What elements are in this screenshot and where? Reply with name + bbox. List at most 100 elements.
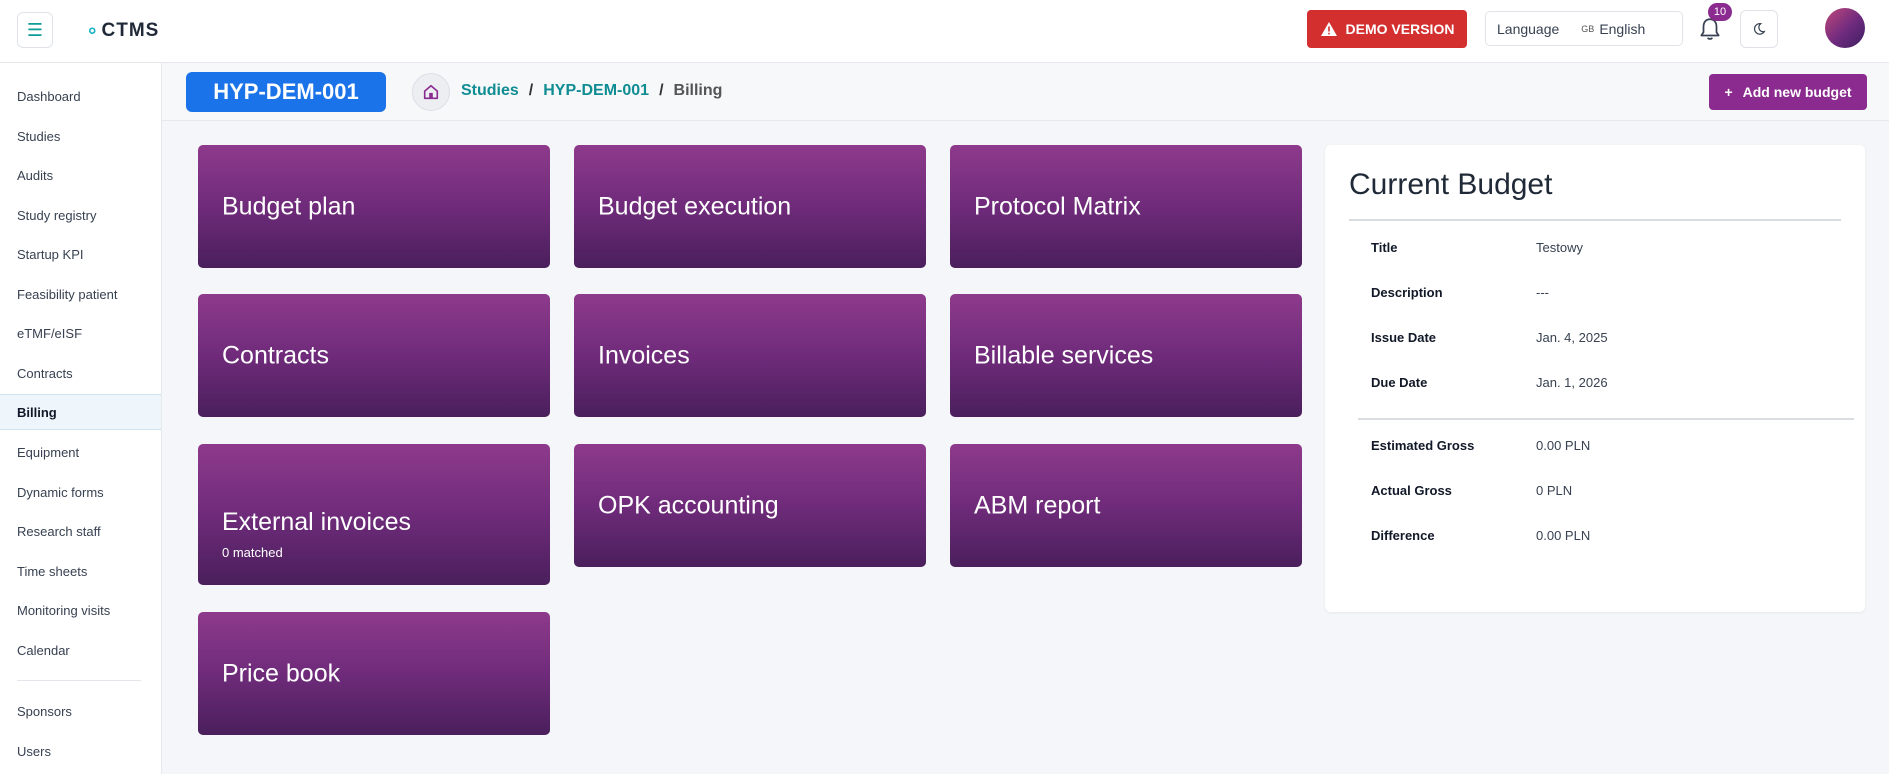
budget-divider (1358, 418, 1854, 420)
tile-title: Budget plan (222, 192, 356, 220)
budget-value: Jan. 1, 2026 (1536, 375, 1608, 390)
tile-opk-accounting[interactable]: OPK accounting (574, 444, 926, 567)
sidebar-item-label: Dashboard (17, 88, 81, 104)
sidebar-item-label: Startup KPI (17, 246, 84, 262)
language-value: GB English (1581, 21, 1645, 37)
hamburger-icon: ☰ (26, 19, 44, 40)
tile-title: External invoices (222, 508, 411, 536)
breadcrumb: Studies / HYP-DEM-001 / Billing (461, 82, 722, 100)
current-budget-panel: Current Budget Title Testowy Description… (1325, 145, 1865, 612)
language-selector[interactable]: Language GB English (1485, 11, 1683, 46)
tile-title: Invoices (598, 341, 690, 369)
tile-title: Budget execution (598, 192, 792, 220)
budget-label: Estimated Gross (1371, 438, 1475, 453)
language-label: Language (1497, 20, 1560, 37)
language-name: English (1599, 20, 1646, 37)
sidebar-item-users[interactable]: Users (0, 733, 161, 769)
budget-value: 0.00 PLN (1536, 438, 1591, 453)
sidebar-item-studies[interactable]: Studies (0, 118, 161, 154)
tile-title: Billable services (974, 341, 1154, 369)
breadcrumb-separator: / (528, 82, 534, 99)
add-new-budget-button[interactable]: + Add new budget (1709, 74, 1867, 110)
sidebar-item-equipment[interactable]: Equipment (0, 434, 161, 470)
home-button[interactable] (412, 73, 450, 111)
top-bar: ☰ ∘ CTMS DEMO VERSION Language GB Englis… (0, 0, 1889, 63)
tile-billable-services[interactable]: Billable services (950, 294, 1302, 417)
sidebar-item-label: Calendar (17, 642, 70, 658)
sidebar-item-startup-kpi[interactable]: Startup KPI (0, 236, 161, 272)
demo-version-button[interactable]: DEMO VERSION (1307, 10, 1467, 48)
sidebar: Dashboard Studies Audits Study registry … (0, 63, 162, 774)
demo-version-label: DEMO VERSION (1345, 21, 1455, 37)
tile-contracts[interactable]: Contracts (198, 294, 550, 417)
budget-label: Actual Gross (1371, 483, 1452, 498)
study-code-badge[interactable]: HYP-DEM-001 (186, 72, 386, 112)
logo-mark-icon: ∘ (86, 20, 100, 42)
budget-label: Title (1371, 240, 1398, 255)
tile-title: OPK accounting (598, 491, 779, 519)
user-avatar[interactable] (1825, 8, 1865, 48)
theme-toggle-button[interactable] (1740, 10, 1778, 48)
moon-icon (1753, 23, 1766, 35)
tile-price-book[interactable]: Price book (198, 612, 550, 735)
app-logo[interactable]: ∘ CTMS (86, 18, 159, 43)
budget-label: Difference (1371, 528, 1435, 543)
sidebar-item-dynamic-forms[interactable]: Dynamic forms (0, 474, 161, 510)
tile-budget-plan[interactable]: Budget plan (198, 145, 550, 268)
breadcrumb-study[interactable]: HYP-DEM-001 (543, 82, 649, 100)
tile-budget-execution[interactable]: Budget execution (574, 145, 926, 268)
sidebar-item-feasibility-patient[interactable]: Feasibility patient (0, 276, 161, 312)
sidebar-item-label: Sponsors (17, 703, 72, 719)
sidebar-item-label: Time sheets (17, 563, 88, 579)
add-new-budget-label: Add new budget (1742, 84, 1852, 100)
budget-value: Jan. 4, 2025 (1536, 330, 1608, 345)
tile-abm-report[interactable]: ABM report (950, 444, 1302, 567)
sidebar-item-billing[interactable]: Billing (0, 394, 161, 430)
sidebar-item-label: Billing (17, 404, 57, 420)
sidebar-item-label: Audits (17, 167, 54, 183)
tile-subtitle: 0 matched (222, 545, 283, 560)
budget-value: Testowy (1536, 240, 1583, 255)
budget-value: 0 PLN (1536, 483, 1573, 498)
budget-value: 0.00 PLN (1536, 528, 1591, 543)
sidebar-item-contracts[interactable]: Contracts (0, 355, 161, 391)
tile-title: Protocol Matrix (974, 192, 1141, 220)
breadcrumb-studies[interactable]: Studies (461, 82, 519, 100)
tile-title: Contracts (222, 341, 329, 369)
sidebar-item-label: Feasibility patient (17, 286, 118, 302)
budget-divider (1349, 219, 1841, 221)
sidebar-item-label: Study registry (17, 207, 97, 223)
sidebar-item-label: Studies (17, 128, 61, 144)
breadcrumb-separator: / (659, 82, 664, 99)
budget-value: --- (1536, 285, 1549, 300)
budget-label: Description (1371, 285, 1443, 300)
sidebar-item-calendar[interactable]: Calendar (0, 632, 161, 668)
tile-invoices[interactable]: Invoices (574, 294, 926, 417)
sidebar-divider (17, 680, 141, 681)
sidebar-item-label: Equipment (17, 444, 80, 460)
notification-badge: 10 (1708, 3, 1732, 21)
sidebar-item-research-staff[interactable]: Research staff (0, 513, 161, 549)
sidebar-item-time-sheets[interactable]: Time sheets (0, 553, 161, 589)
current-budget-title: Current Budget (1349, 168, 1553, 201)
sidebar-item-audits[interactable]: Audits (0, 157, 161, 193)
sidebar-item-label: Research staff (17, 523, 101, 539)
tile-title: ABM report (974, 491, 1101, 519)
sidebar-item-etmf[interactable]: eTMF/eISF (0, 315, 161, 351)
sidebar-item-dashboard[interactable]: Dashboard (0, 78, 161, 114)
sidebar-item-label: Dynamic forms (17, 484, 104, 500)
menu-toggle-button[interactable]: ☰ (17, 12, 53, 48)
sidebar-item-monitoring-visits[interactable]: Monitoring visits (0, 592, 161, 628)
tile-external-invoices[interactable]: External invoices 0 matched (198, 444, 550, 585)
tile-protocol-matrix[interactable]: Protocol Matrix (950, 145, 1302, 268)
sidebar-item-sponsors[interactable]: Sponsors (0, 693, 161, 729)
sidebar-item-study-registry[interactable]: Study registry (0, 197, 161, 233)
sidebar-item-label: eTMF/eISF (17, 325, 83, 341)
warning-icon (1320, 22, 1337, 36)
breadcrumb-current: Billing (673, 82, 723, 99)
home-icon (423, 84, 439, 100)
tile-title: Price book (222, 659, 341, 687)
plus-icon: + (1724, 84, 1733, 100)
sidebar-item-label: Monitoring visits (17, 602, 111, 618)
budget-label: Issue Date (1371, 330, 1437, 345)
